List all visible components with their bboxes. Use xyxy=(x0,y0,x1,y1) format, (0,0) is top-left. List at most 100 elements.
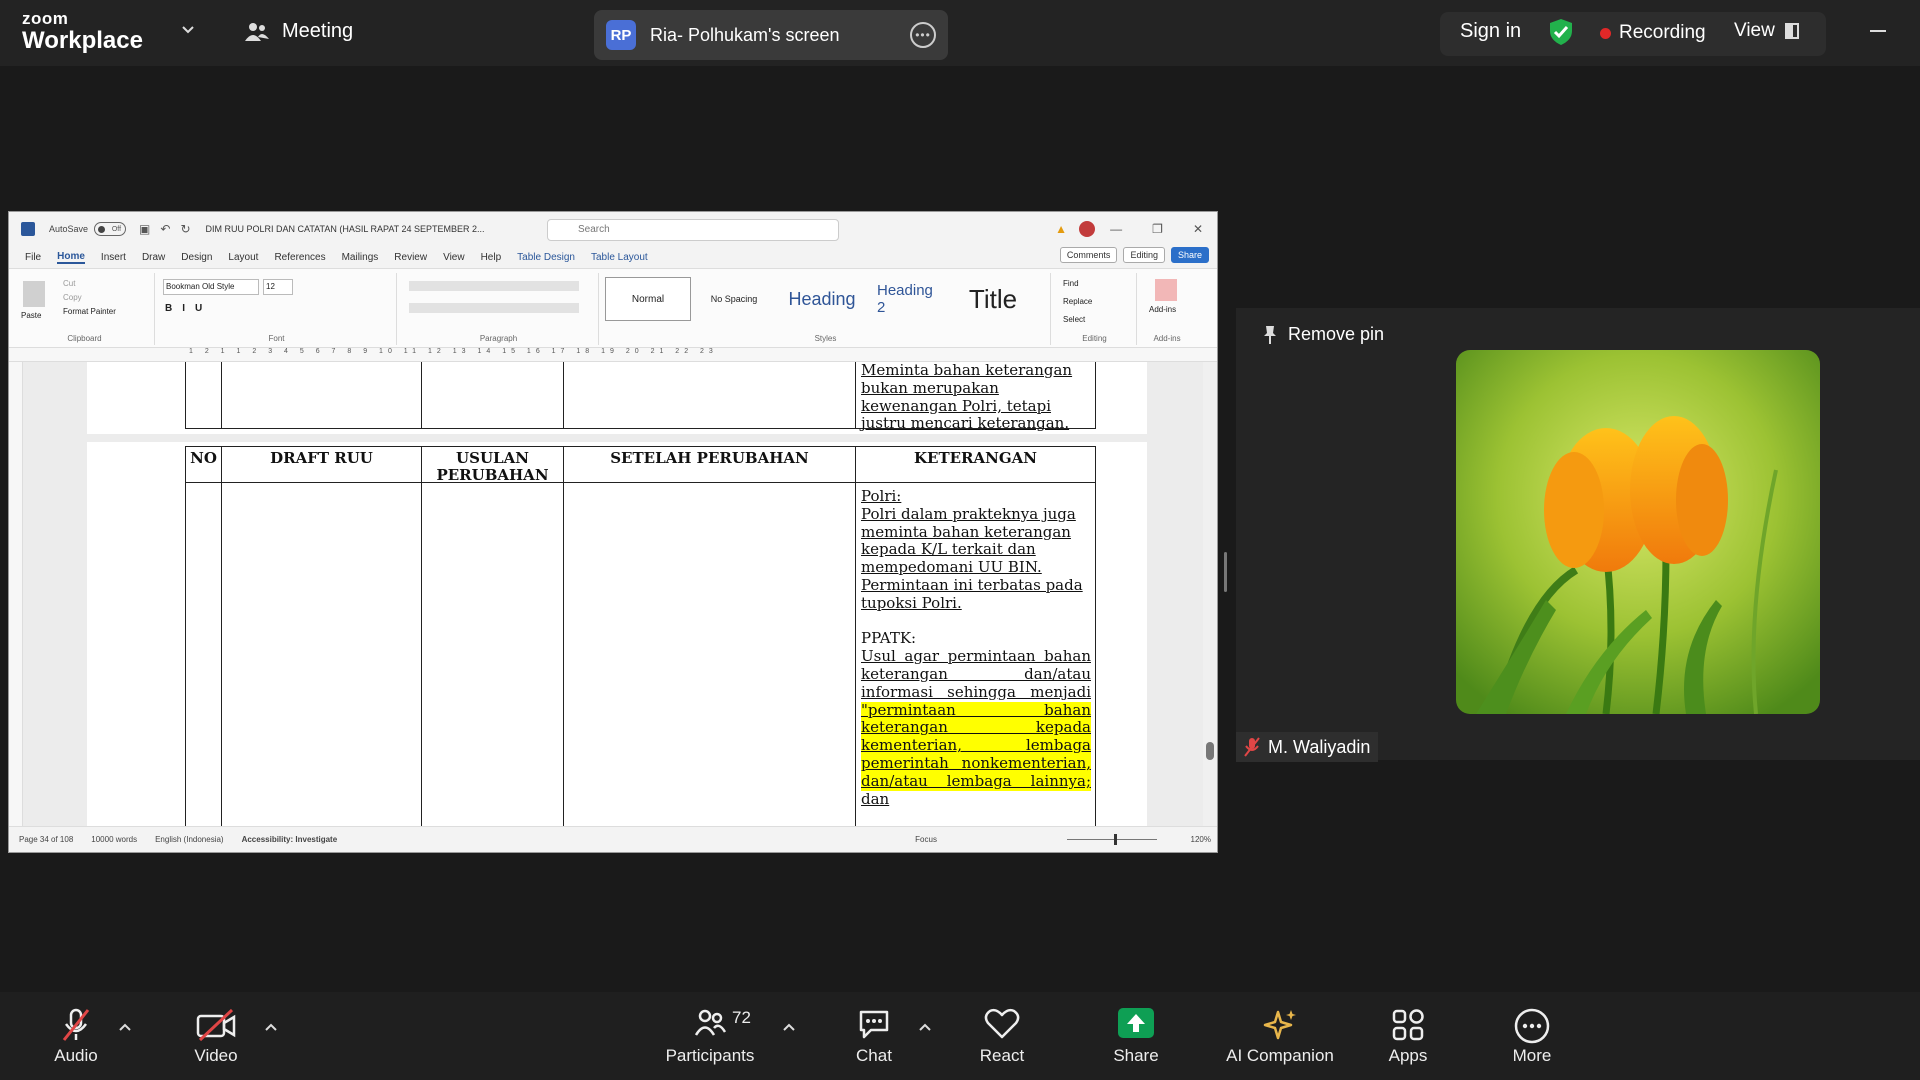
chevron-down-icon[interactable] xyxy=(182,24,194,36)
video-options-chevron-icon[interactable] xyxy=(264,1022,278,1032)
editing-mode-button[interactable]: Editing xyxy=(1123,247,1165,263)
tab-review[interactable]: Review xyxy=(394,252,427,263)
video-button[interactable]: Video xyxy=(184,998,248,1074)
language-indicator[interactable]: English (Indonesia) xyxy=(155,835,223,844)
comments-button[interactable]: Comments xyxy=(1059,247,1118,263)
autosave-toggle[interactable]: Off xyxy=(94,222,127,236)
font-size-select[interactable]: 12 xyxy=(263,279,293,295)
apps-button[interactable]: Apps xyxy=(1376,998,1440,1074)
view-layout-icon xyxy=(1784,23,1799,39)
chat-options-chevron-icon[interactable] xyxy=(918,1022,932,1032)
zoom-slider[interactable] xyxy=(1067,839,1157,840)
document-title[interactable]: DIM RUU POLRI DAN CATATAN (HASIL RAPAT 2… xyxy=(206,224,485,234)
user-avatar[interactable] xyxy=(1079,221,1095,237)
alignment-buttons[interactable] xyxy=(409,303,579,313)
audio-options-chevron-icon[interactable] xyxy=(118,1022,132,1032)
tab-references[interactable]: References xyxy=(274,252,325,263)
word-share-button[interactable]: Share xyxy=(1170,247,1209,263)
zoom-slider-knob[interactable] xyxy=(1114,834,1117,845)
style-heading-1[interactable]: Heading xyxy=(777,277,867,321)
select-button[interactable]: Select xyxy=(1063,315,1085,324)
minimize-icon[interactable] xyxy=(1870,30,1886,32)
redo-icon[interactable]: ↻ xyxy=(180,222,190,236)
style-title[interactable]: Title xyxy=(953,277,1033,321)
paste-icon[interactable] xyxy=(23,281,45,307)
window-close-icon[interactable]: ✕ xyxy=(1193,222,1203,236)
participants-label: Participants xyxy=(665,1046,755,1065)
header-usulan-perubahan: USULAN PERUBAHAN xyxy=(422,450,563,484)
react-label: React xyxy=(979,1046,1025,1065)
view-button[interactable]: View xyxy=(1734,20,1799,42)
window-minimize-icon[interactable]: — xyxy=(1110,222,1122,236)
shared-screen-indicator[interactable]: RP Ria- Polhukam's screen ••• xyxy=(594,10,948,60)
tab-insert[interactable]: Insert xyxy=(101,252,126,263)
save-icon[interactable]: ▣ xyxy=(139,222,150,236)
participant-panel: Remove pin M. Waliyadin xyxy=(1236,308,1920,762)
document-page[interactable]: Meminta bahan keterangan bukan merupakan… xyxy=(87,361,1147,828)
clipboard-caption: Clipboard xyxy=(67,334,102,343)
cell-line: tupoksi Polri. xyxy=(861,593,962,612)
find-button[interactable]: Find xyxy=(1063,279,1079,288)
focus-button[interactable]: Focus xyxy=(915,835,937,844)
remove-pin-button[interactable]: Remove pin xyxy=(1262,324,1384,345)
cell-line: Usul agar permintaan bahan xyxy=(861,647,1091,666)
highlighted-line: "permintaan bahan xyxy=(861,700,1091,720)
style-heading-2[interactable]: Heading 2 xyxy=(867,277,953,321)
format-painter-button[interactable]: Format Painter xyxy=(63,307,116,316)
audio-button[interactable]: Audio xyxy=(44,998,108,1074)
page-count[interactable]: Page 34 of 108 xyxy=(19,835,73,844)
vertical-ruler[interactable] xyxy=(9,362,23,828)
word-search-input[interactable]: Search xyxy=(547,219,839,241)
security-shield-icon[interactable] xyxy=(1548,18,1574,46)
share-screen-button[interactable]: Share xyxy=(1102,998,1170,1074)
ai-companion-button[interactable]: AI Companion xyxy=(1218,998,1342,1074)
accessibility-indicator[interactable]: Accessibility: Investigate xyxy=(242,835,338,844)
participants-options-chevron-icon[interactable] xyxy=(782,1022,796,1032)
tab-table-design[interactable]: Table Design xyxy=(517,252,575,263)
list-buttons[interactable] xyxy=(409,281,579,291)
style-no-spacing[interactable]: No Spacing xyxy=(691,277,777,321)
vertical-scrollbar[interactable] xyxy=(1203,362,1217,828)
tab-draw[interactable]: Draw xyxy=(142,252,165,263)
header-no: NO xyxy=(190,449,217,467)
sign-in-button[interactable]: Sign in xyxy=(1460,20,1521,43)
panel-resize-handle[interactable] xyxy=(1224,552,1227,592)
keterangan-cell[interactable]: Polri: Polri dalam prakteknya juga memin… xyxy=(861,487,1091,808)
tab-mailings[interactable]: Mailings xyxy=(342,252,379,263)
tab-home[interactable]: Home xyxy=(57,251,85,264)
react-button[interactable]: React xyxy=(968,998,1036,1074)
warning-icon[interactable]: ▲ xyxy=(1055,222,1067,236)
scrollbar-thumb[interactable] xyxy=(1206,742,1214,760)
window-restore-icon[interactable]: ❐ xyxy=(1152,222,1163,236)
font-name-select[interactable]: Bookman Old Style xyxy=(163,279,259,295)
more-options-icon[interactable]: ••• xyxy=(910,22,936,48)
replace-button[interactable]: Replace xyxy=(1063,297,1092,306)
style-normal[interactable]: Normal xyxy=(605,277,691,321)
more-button[interactable]: More xyxy=(1500,998,1564,1074)
tab-file[interactable]: File xyxy=(25,252,41,263)
cut-button[interactable]: Cut xyxy=(63,279,75,288)
recording-indicator[interactable]: Recording xyxy=(1600,22,1706,44)
prev-keterangan-cell[interactable]: Meminta bahan keterangan bukan merupakan… xyxy=(861,361,1091,433)
zoom-level[interactable]: 120% xyxy=(1191,835,1211,844)
horizontal-ruler[interactable]: 1 2 1 1 2 3 4 5 6 7 8 9 10 11 12 13 14 1… xyxy=(9,348,1217,362)
chat-button[interactable]: Chat xyxy=(840,998,908,1074)
zoom-logo[interactable]: zoom Workplace xyxy=(22,10,143,54)
copy-button[interactable]: Copy xyxy=(63,293,82,302)
word-count[interactable]: 10000 words xyxy=(91,835,137,844)
tab-table-layout[interactable]: Table Layout xyxy=(591,252,648,263)
paste-label[interactable]: Paste xyxy=(21,311,41,320)
addins-button[interactable]: Add-ins xyxy=(1149,305,1176,314)
tab-design[interactable]: Design xyxy=(181,252,212,263)
highlighted-line: pemerintah nonkementerian, xyxy=(861,753,1091,773)
table-border xyxy=(421,362,422,428)
tab-layout[interactable]: Layout xyxy=(228,252,258,263)
font-format-buttons[interactable]: BIU xyxy=(165,303,212,314)
tab-help[interactable]: Help xyxy=(481,252,502,263)
participant-video-tile[interactable] xyxy=(1456,350,1820,714)
view-label: View xyxy=(1734,20,1775,41)
addins-icon[interactable] xyxy=(1155,279,1177,301)
tab-view[interactable]: View xyxy=(443,252,465,263)
meeting-menu[interactable]: Meeting xyxy=(244,20,353,43)
undo-icon[interactable]: ↶ xyxy=(160,222,170,236)
